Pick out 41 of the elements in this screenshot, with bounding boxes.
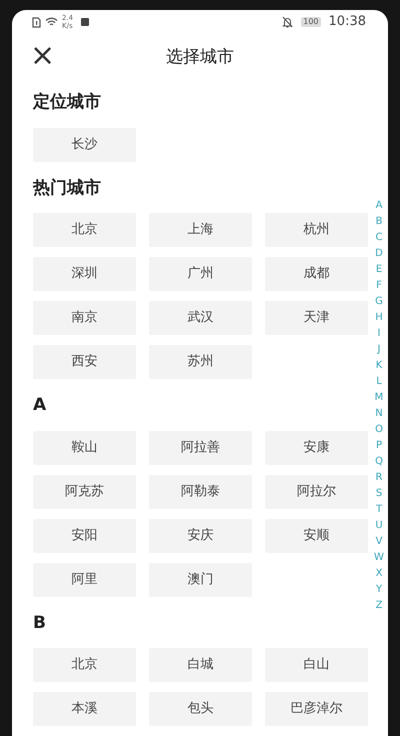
city-button[interactable]: 阿克苏 xyxy=(33,474,136,508)
city-button[interactable]: 北京 xyxy=(33,648,136,682)
page-title: 选择城市 xyxy=(166,46,234,70)
sim-card-icon xyxy=(32,16,41,28)
wifi-icon xyxy=(45,17,58,27)
city-button[interactable]: 广州 xyxy=(149,257,252,291)
city-button[interactable]: 成都 xyxy=(265,257,368,291)
city-button[interactable]: 白城 xyxy=(149,648,252,682)
section-heading: B xyxy=(33,612,46,634)
city-button[interactable]: 阿里 xyxy=(33,562,136,596)
city-button[interactable]: 深圳 xyxy=(33,257,136,291)
city-button[interactable]: 阿拉善 xyxy=(149,430,252,464)
section-heading: 热门城市 xyxy=(33,176,101,200)
bell-off-icon xyxy=(282,16,294,28)
city-button[interactable]: 阿勒泰 xyxy=(149,474,252,508)
city-button[interactable]: 安顺 xyxy=(265,518,368,552)
city-button[interactable]: 北京 xyxy=(33,213,136,247)
city-button[interactable]: 阿拉尔 xyxy=(265,474,368,508)
city-button[interactable]: 长沙 xyxy=(33,128,136,162)
city-button[interactable]: 安康 xyxy=(265,430,368,464)
city-button[interactable]: 杭州 xyxy=(265,213,368,247)
section-heading: A xyxy=(33,394,46,417)
city-button[interactable]: 天津 xyxy=(265,301,368,335)
battery-indicator: 100 xyxy=(301,17,321,27)
city-button[interactable]: 巴彦淖尔 xyxy=(265,692,368,726)
section-heading: 定位城市 xyxy=(33,91,101,114)
city-button[interactable]: 本溪 xyxy=(33,692,136,726)
city-button[interactable]: 苏州 xyxy=(149,345,252,379)
close-button[interactable]: × xyxy=(26,42,60,70)
city-button[interactable]: 白山 xyxy=(265,648,368,682)
city-button[interactable]: 西安 xyxy=(33,345,136,379)
city-button[interactable]: 澳门 xyxy=(149,562,252,596)
city-button[interactable]: 上海 xyxy=(149,213,252,247)
square-icon xyxy=(81,18,90,26)
city-button[interactable]: 南京 xyxy=(33,301,136,335)
city-button[interactable]: 安庆 xyxy=(149,518,252,552)
city-button[interactable]: 鞍山 xyxy=(33,430,136,464)
clock-time: 10:38 xyxy=(328,13,366,32)
city-button[interactable]: 包头 xyxy=(149,692,252,726)
city-button[interactable]: 武汉 xyxy=(149,301,252,335)
city-button[interactable]: 安阳 xyxy=(33,518,136,552)
